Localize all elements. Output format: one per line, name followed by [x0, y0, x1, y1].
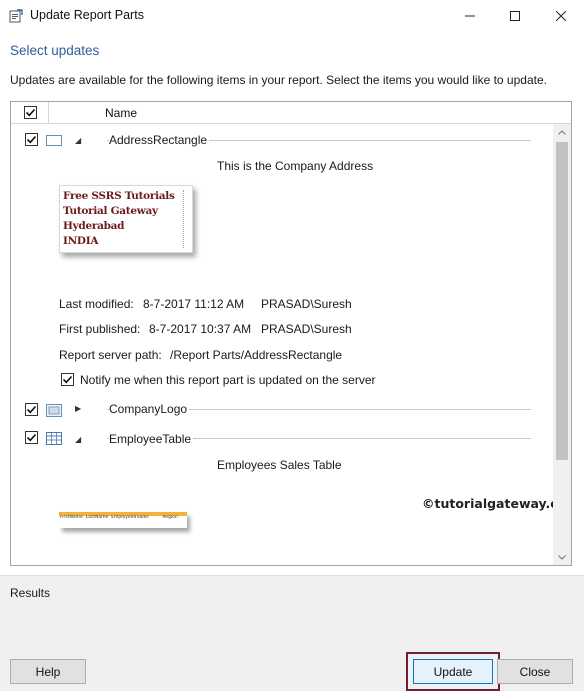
close-icon: [556, 11, 566, 21]
first-published-date: 8-7-2017 10:37 AM: [149, 322, 252, 336]
last-modified-label: Last modified:: [59, 297, 134, 311]
maximize-button[interactable]: [492, 0, 538, 32]
item-checkbox[interactable]: [25, 403, 38, 416]
help-button[interactable]: Help: [10, 659, 86, 684]
item-name: CompanyLogo: [109, 402, 190, 416]
window-title: Update Report Parts: [30, 8, 144, 22]
minimize-button[interactable]: [447, 0, 493, 32]
last-modified-date: 8-7-2017 11:12 AM: [143, 297, 245, 311]
table-preview-cells: FirstName LastName EmployeeID Sales Regi…: [59, 515, 187, 527]
name-column-header[interactable]: Name: [105, 106, 137, 120]
table-preview-image: FirstName LastName EmployeeID Sales Regi…: [59, 512, 187, 528]
title-bar: Update Report Parts: [0, 0, 584, 32]
item-name: AddressRectangle: [109, 133, 210, 147]
vertical-scrollbar[interactable]: [553, 124, 571, 565]
notify-checkbox[interactable]: [61, 373, 74, 386]
preview-line: Free SSRS Tutorials: [63, 190, 175, 202]
rectangle-icon: [46, 135, 62, 146]
checkmark-icon: [26, 405, 37, 414]
table-preview-cell: EmployeeID: [111, 515, 136, 520]
first-published-label: First published:: [59, 322, 141, 336]
item-checkbox[interactable]: [25, 133, 38, 146]
report-parts-list[interactable]: Name ◢ AddressRectangle This is the Comp…: [10, 101, 572, 566]
checkmark-icon: [26, 433, 37, 442]
results-panel: Results Help Update Close: [0, 575, 584, 691]
select-all-cell: [11, 102, 49, 123]
last-modified-user: PRASAD\Suresh: [261, 297, 352, 311]
close-button[interactable]: Close: [497, 659, 573, 684]
scrollbar-thumb[interactable]: [556, 142, 568, 460]
list-header: Name: [11, 102, 571, 124]
table-preview-cell: LastName: [85, 515, 109, 520]
watermark: ©tutorialgateway.org: [422, 496, 572, 511]
item-name: EmployeeTable: [109, 432, 194, 446]
first-published-user: PRASAD\Suresh: [261, 322, 352, 336]
notify-label[interactable]: Notify me when this report part is updat…: [80, 373, 375, 387]
chevron-up-icon: [558, 129, 566, 135]
results-label: Results: [10, 586, 51, 600]
report-app-icon: [9, 9, 23, 23]
instructions-text: Updates are available for the following …: [10, 73, 547, 87]
checkmark-icon: [25, 108, 36, 117]
maximize-icon: [510, 11, 520, 21]
checkmark-icon: [62, 375, 73, 384]
preview-line: INDIA: [63, 235, 99, 247]
checkmark-icon: [26, 135, 37, 144]
collapse-arrow-icon[interactable]: ◢: [75, 435, 81, 444]
expand-arrow-icon[interactable]: ▶: [75, 404, 81, 413]
scroll-up-button[interactable]: [553, 124, 571, 140]
section-heading: Select updates: [10, 43, 100, 58]
chevron-down-icon: [558, 554, 566, 560]
address-preview-image: Free SSRS Tutorials Tutorial Gateway Hyd…: [59, 185, 193, 253]
part-description: This is the Company Address: [217, 159, 374, 173]
minimize-icon: [465, 15, 475, 17]
item-checkbox[interactable]: [25, 431, 38, 444]
table-preview-cell: Sales: [136, 515, 149, 520]
table-preview-cell: Region: [162, 515, 178, 520]
table-icon: [46, 432, 62, 445]
part-description: Employees Sales Table: [217, 458, 342, 472]
preview-border: [183, 190, 184, 248]
image-icon: [46, 404, 62, 417]
update-button[interactable]: Update: [413, 659, 493, 684]
table-preview-cell: FirstName: [60, 515, 83, 520]
preview-line: Hyderabad: [63, 220, 125, 232]
scroll-down-button[interactable]: [553, 549, 571, 565]
server-path-label: Report server path:: [59, 348, 162, 362]
server-path: /Report Parts/AddressRectangle: [170, 348, 343, 362]
close-window-button[interactable]: [538, 0, 584, 32]
preview-line: Tutorial Gateway: [63, 205, 158, 217]
collapse-arrow-icon[interactable]: ◢: [75, 136, 81, 145]
select-all-checkbox[interactable]: [24, 106, 37, 119]
